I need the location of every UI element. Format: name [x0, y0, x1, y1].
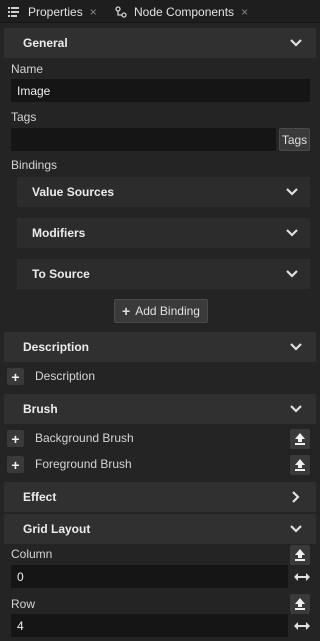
upload-icon	[295, 549, 305, 561]
properties-list-icon	[8, 7, 19, 17]
bindings-label: Bindings	[11, 158, 58, 172]
row-field-value: 4	[17, 618, 24, 633]
section-general-title: General	[23, 36, 68, 50]
chevron-down-icon	[286, 229, 298, 237]
chevron-down-icon	[290, 525, 302, 533]
modifiers-title: Modifiers	[32, 226, 86, 240]
tags-button[interactable]: Tags	[279, 128, 310, 151]
node-components-icon	[115, 5, 127, 18]
name-field-value: Image	[17, 83, 51, 98]
tab-properties-label: Properties	[28, 4, 83, 19]
drag-resize-icon[interactable]	[293, 620, 311, 632]
section-brush-title: Brush	[23, 402, 58, 416]
add-description-button[interactable]: +	[7, 368, 24, 385]
export-background-brush-button[interactable]	[290, 429, 310, 449]
tab-node-components[interactable]: Node Components ×	[115, 0, 248, 23]
add-foreground-brush-button[interactable]: +	[7, 456, 24, 473]
to-source-header[interactable]: To Source	[17, 259, 310, 289]
export-row-button[interactable]	[290, 594, 310, 614]
name-field[interactable]: Image	[11, 79, 310, 102]
export-foreground-brush-button[interactable]	[290, 455, 310, 475]
plus-icon: +	[11, 430, 20, 447]
upload-icon	[295, 433, 305, 445]
column-field[interactable]: 0	[11, 565, 288, 588]
export-column-button[interactable]	[290, 545, 310, 565]
chevron-down-icon	[290, 343, 302, 351]
chevron-down-icon	[290, 405, 302, 413]
upload-icon	[295, 598, 305, 610]
column-field-value: 0	[17, 569, 24, 584]
add-binding-label: Add Binding	[135, 304, 200, 318]
close-icon[interactable]: ×	[241, 5, 248, 19]
row-field[interactable]: 4	[11, 614, 288, 637]
tab-bar: Properties × Node Components ×	[0, 0, 320, 23]
value-sources-header[interactable]: Value Sources	[17, 177, 310, 207]
chevron-down-icon	[286, 188, 298, 196]
add-binding-button[interactable]: + Add Binding	[114, 299, 208, 323]
tags-field[interactable]	[11, 128, 276, 151]
chevron-right-icon	[292, 491, 300, 503]
drag-resize-icon[interactable]	[293, 571, 311, 583]
plus-icon: +	[11, 368, 20, 385]
close-icon[interactable]: ×	[90, 5, 97, 19]
section-description[interactable]: Description	[4, 332, 316, 362]
add-background-brush-button[interactable]: +	[7, 430, 24, 447]
to-source-title: To Source	[32, 267, 90, 281]
background-brush-label: Background Brush	[35, 431, 134, 445]
modifiers-header[interactable]: Modifiers	[17, 218, 310, 248]
section-general[interactable]: General	[4, 28, 316, 58]
chevron-down-icon	[290, 39, 302, 47]
tags-button-label: Tags	[281, 132, 308, 147]
section-description-title: Description	[23, 340, 90, 354]
tab-properties[interactable]: Properties ×	[8, 0, 97, 23]
section-grid-layout[interactable]: Grid Layout	[4, 514, 316, 544]
plus-icon: +	[122, 303, 131, 319]
plus-icon: +	[11, 456, 20, 473]
row-label: Row	[11, 597, 36, 611]
section-grid-layout-title: Grid Layout	[23, 522, 91, 536]
section-effect-title: Effect	[23, 490, 57, 504]
chevron-down-icon	[286, 270, 298, 278]
name-label: Name	[11, 62, 44, 76]
section-effect[interactable]: Effect	[4, 482, 316, 512]
tab-node-components-label: Node Components	[134, 4, 235, 19]
column-label: Column	[11, 547, 53, 561]
description-label: Description	[35, 369, 96, 383]
value-sources-title: Value Sources	[32, 185, 115, 199]
section-brush[interactable]: Brush	[4, 394, 316, 424]
foreground-brush-label: Foreground Brush	[35, 457, 132, 471]
upload-icon	[295, 459, 305, 471]
tags-label: Tags	[11, 110, 37, 124]
